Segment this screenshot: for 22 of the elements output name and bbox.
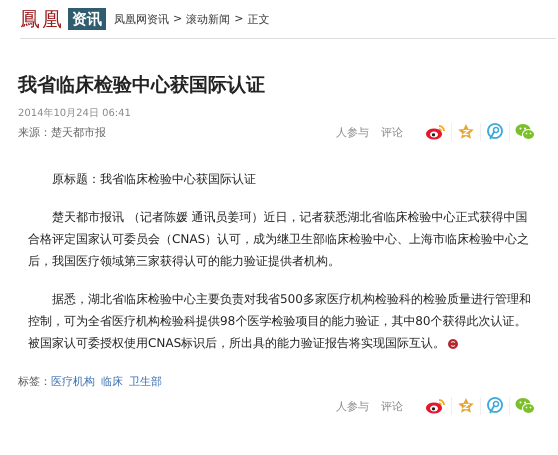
paragraph: 原标题：我省临床检验中心获国际认证 <box>51 171 257 188</box>
tag-link[interactable]: 医疗机构 <box>51 375 95 388</box>
breadcrumb-link[interactable]: 滚动新闻 <box>186 12 230 26</box>
breadcrumb-separator: > <box>234 12 244 26</box>
channel-logo[interactable]: 资讯 <box>68 8 106 30</box>
tag-link[interactable]: 卫生部 <box>129 375 162 388</box>
article-title: 我省临床检验中心获国际认证 <box>18 73 266 98</box>
tag-link[interactable]: 临床 <box>101 375 123 388</box>
tags-label: 标签： <box>18 375 51 388</box>
participants-link[interactable]: 人参与 <box>336 124 369 140</box>
logo-mark-icon <box>448 338 458 349</box>
article-source: 来源：楚天都市报 <box>18 124 106 140</box>
comments-link[interactable]: 评论 <box>381 398 403 414</box>
participants-link[interactable]: 人参与 <box>336 398 369 414</box>
paragraph: 楚天都市报讯 （记者陈媛 通讯员姜珂）近日，记者获悉湖北省临床检验中心正式获得中国合格评定国家认可委员会（CNAS）认可，成为继卫生部临床检验中心、上海市临床检验中心之后，我国医疗领域第三家获得认可的能力验证提供者机构。 <box>28 209 530 270</box>
breadcrumb-separator: > <box>173 12 182 26</box>
publish-date: 2014年10月24日 06:41 <box>18 107 132 120</box>
site-logo[interactable]: 鳳凰 <box>20 8 64 30</box>
paragraph: 据悉，湖北省临床检验中心主要负责对我省500多家医疗机构检验科的检验质量进行管理和控制，可为全省医疗机构检验科提供98个医学检验项目的能力验证，其中80个获得此次认证。被国家认可委授权使用CNAS标识后，所出具的能力验证报告将实现国际互认。 <box>28 291 532 352</box>
comments-link[interactable]: 评论 <box>381 124 403 140</box>
breadcrumb-link[interactable]: 正文 <box>247 12 270 26</box>
breadcrumb-link[interactable]: 凤凰网资讯 <box>114 12 169 26</box>
